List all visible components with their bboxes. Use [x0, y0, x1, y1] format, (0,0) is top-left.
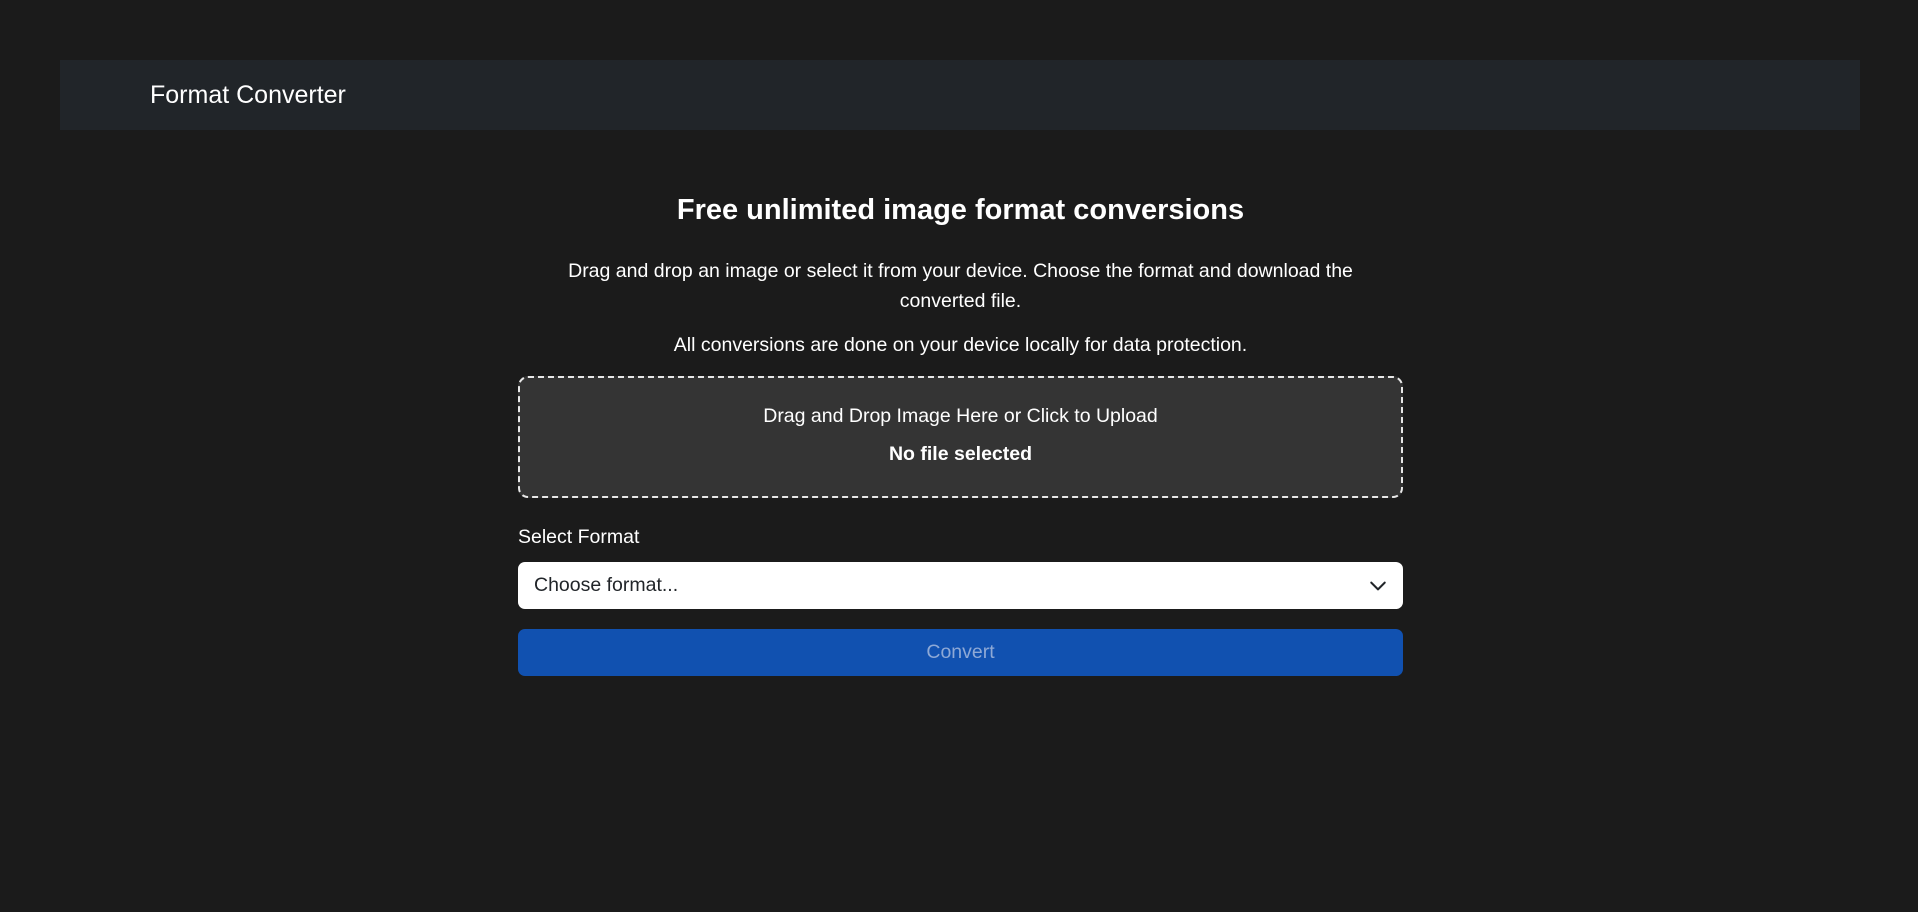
- convert-button[interactable]: Convert: [518, 628, 1403, 676]
- navbar: Format Converter: [60, 60, 1860, 130]
- converter-panel: Free unlimited image format conversions …: [518, 180, 1403, 676]
- chevron-down-icon: [1370, 581, 1386, 591]
- page-title: Free unlimited image format conversions: [676, 194, 1245, 226]
- format-select-value: Choose format...: [534, 573, 679, 596]
- format-label: Select Format: [518, 525, 640, 548]
- format-select[interactable]: Choose format...: [518, 561, 1403, 609]
- dropzone-prompt: Drag and Drop Image Here or Click to Upl…: [763, 404, 1158, 427]
- upload-dropzone[interactable]: Drag and Drop Image Here or Click to Upl…: [518, 375, 1403, 498]
- page-description: Drag and drop an image or select it from…: [568, 259, 1353, 312]
- file-status: No file selected: [888, 442, 1033, 465]
- brand-link[interactable]: Format Converter: [150, 81, 346, 110]
- privacy-note: All conversions are done on your device …: [673, 333, 1248, 356]
